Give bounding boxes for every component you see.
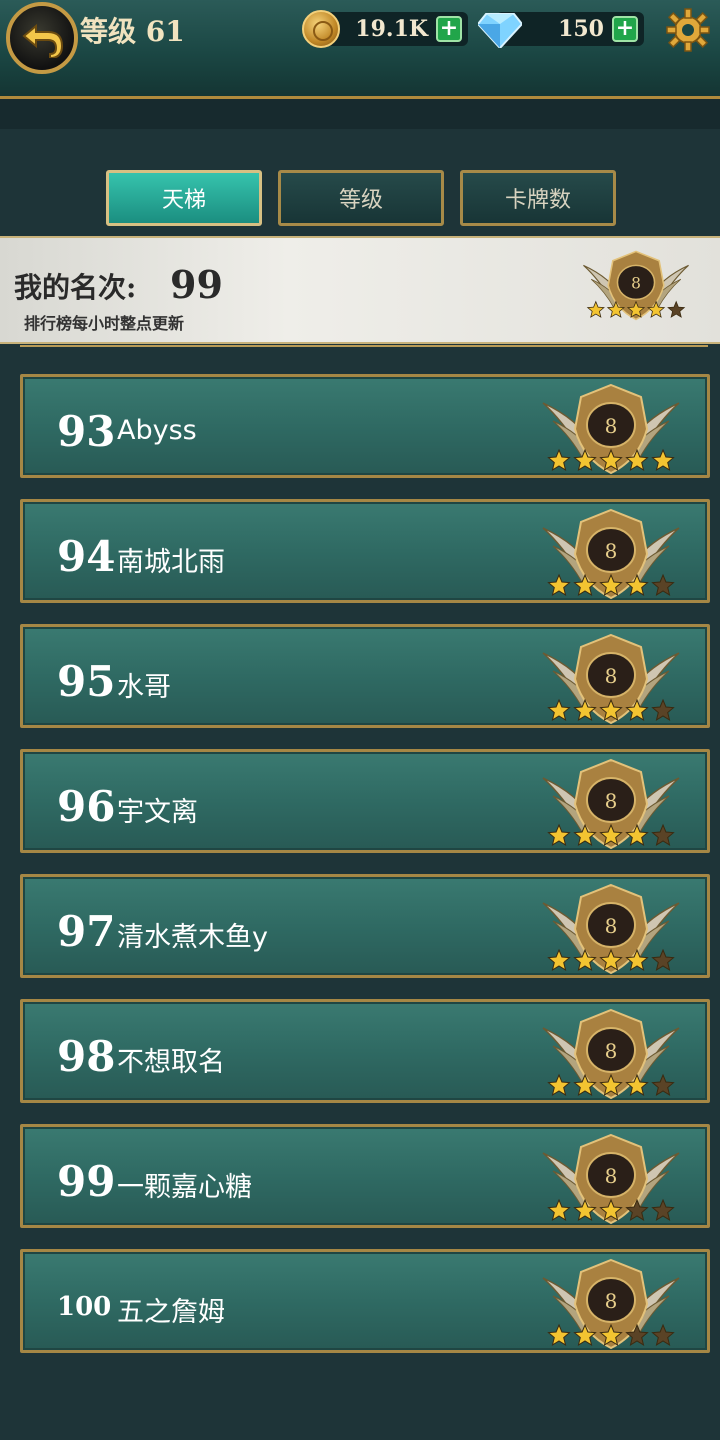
star-icon [651, 573, 675, 596]
star-icon [547, 1198, 571, 1221]
add-gem-button[interactable]: + [612, 16, 638, 42]
rank-badge-icon: 8 [542, 508, 680, 600]
rank-number: 94 [57, 532, 116, 581]
rank-badge-icon: 8 [542, 883, 680, 975]
badge-level: 8 [605, 1164, 618, 1188]
star-icon [547, 573, 571, 596]
star-icon [651, 448, 675, 471]
player-name: 宇文离 [117, 797, 198, 828]
badge-level: 8 [605, 789, 618, 813]
leaderboard-row[interactable]: 99 一颗嘉心糖 8 [20, 1124, 710, 1228]
gear-icon[interactable] [666, 8, 710, 52]
badge-level: 8 [605, 664, 618, 688]
back-arrow-icon [22, 23, 64, 58]
badge-level: 8 [605, 914, 618, 938]
player-name: 不想取名 [117, 1047, 225, 1078]
back-button[interactable] [6, 2, 78, 74]
leaderboard-row[interactable]: 95 水哥 8 [20, 624, 710, 728]
star-icon [547, 448, 571, 471]
gold-counter: 19.1K + [326, 12, 468, 46]
rank-badge-icon: 8 [583, 250, 689, 321]
player-name: Abyss [117, 415, 197, 446]
star-icon [547, 1073, 571, 1096]
player-name: 清水煮木鱼y [117, 922, 268, 953]
star-icon [586, 300, 605, 318]
tab-ladder[interactable]: 天梯 [106, 170, 262, 226]
badge-level: 8 [605, 1289, 618, 1313]
player-name: 五之詹姆 [117, 1297, 225, 1328]
rank-badge-icon: 8 [542, 1133, 680, 1225]
gem-amount: 150 [558, 16, 604, 42]
star-icon [547, 1323, 571, 1346]
gold-coin-icon [302, 10, 340, 48]
player-name: 一颗嘉心糖 [117, 1172, 252, 1203]
rank-number: 96 [57, 782, 116, 831]
rank-badge-icon: 8 [542, 758, 680, 850]
top-bar: 等级 61 19.1K + 150 + [0, 0, 720, 99]
my-rank-value: 99 [170, 262, 223, 307]
star-icon [651, 1323, 675, 1346]
player-level: 等级 61 [80, 15, 185, 48]
badge-level: 8 [605, 1039, 618, 1063]
star-icon [667, 300, 686, 318]
diamond-icon [478, 13, 522, 48]
leaderboard-row[interactable]: 100 五之詹姆 8 [20, 1249, 710, 1353]
player-name: 南城北雨 [117, 547, 225, 578]
star-icon [547, 823, 571, 846]
update-note: 排行榜每小时整点更新 [24, 314, 185, 333]
rank-number: 93 [57, 407, 116, 456]
rank-number: 95 [57, 657, 116, 706]
leaderboard-row[interactable]: 94 南城北雨 8 [20, 499, 710, 603]
add-gold-button[interactable]: + [436, 16, 462, 42]
rank-badge-icon: 8 [542, 633, 680, 725]
rank-number: 100 [57, 1292, 112, 1322]
rank-badge-icon: 8 [542, 383, 680, 475]
tab-level[interactable]: 等级 [278, 170, 444, 226]
rank-badge-icon: 8 [542, 1008, 680, 1100]
star-icon [547, 948, 571, 971]
rank-number: 99 [57, 1157, 116, 1206]
gold-amount: 19.1K [355, 16, 428, 42]
badge-level: 8 [605, 539, 618, 563]
tab-card-count[interactable]: 卡牌数 [460, 170, 616, 226]
badge-level: 8 [605, 414, 618, 438]
leaderboard-row[interactable]: 96 宇文离 8 [20, 749, 710, 853]
star-icon [547, 698, 571, 721]
star-icon [651, 1198, 675, 1221]
star-icon [651, 698, 675, 721]
badge-level: 8 [631, 275, 641, 293]
divider [20, 345, 708, 353]
rank-number: 98 [57, 1032, 116, 1081]
star-icon [651, 948, 675, 971]
player-name: 水哥 [117, 672, 171, 703]
leaderboard-row[interactable]: 97 清水煮木鱼y 8 [20, 874, 710, 978]
my-rank-label: 我的名次: [14, 271, 137, 304]
rank-badge-icon: 8 [542, 1258, 680, 1350]
star-icon [651, 1073, 675, 1096]
star-icon [651, 823, 675, 846]
leaderboard-row[interactable]: 98 不想取名 8 [20, 999, 710, 1103]
header-shadow [0, 99, 720, 129]
rank-number: 97 [57, 907, 116, 956]
leaderboard-row[interactable]: 93 Abyss 8 [20, 374, 710, 478]
